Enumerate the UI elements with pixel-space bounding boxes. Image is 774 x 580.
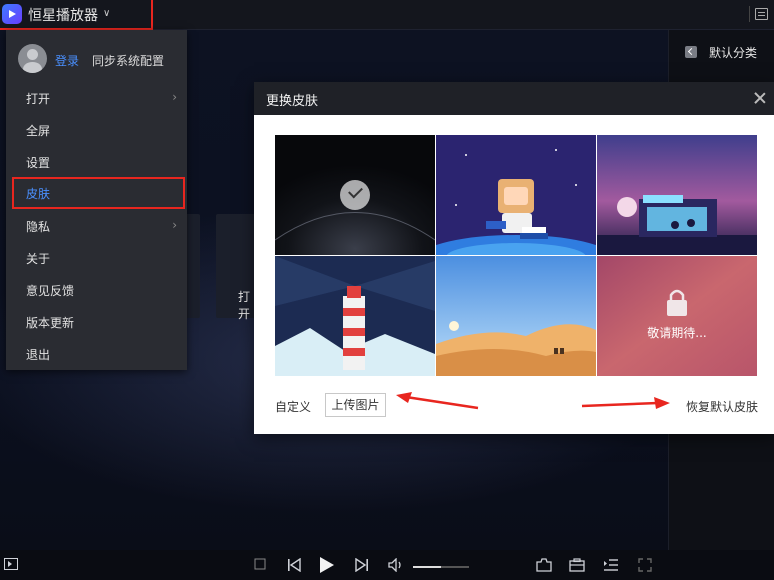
menu-item-4[interactable]: 隐私 › bbox=[6, 210, 187, 242]
coming-soon-label: 敬请期待... bbox=[647, 326, 707, 340]
menu-item-3[interactable]: 皮肤 bbox=[12, 177, 185, 209]
menu-item-label: 皮肤 bbox=[26, 187, 51, 201]
menu-item-2[interactable]: 设置 bbox=[6, 146, 187, 178]
screenshot-icon[interactable] bbox=[536, 558, 552, 576]
custom-label: 自定义 bbox=[275, 400, 312, 414]
playlist-icon[interactable] bbox=[755, 8, 768, 20]
skin-thumb-desert[interactable] bbox=[436, 256, 596, 376]
chevron-down-icon: ∨ bbox=[103, 8, 111, 19]
selected-check-icon bbox=[340, 180, 370, 210]
chevron-right-icon: › bbox=[172, 90, 177, 104]
fullscreen-icon[interactable] bbox=[638, 558, 652, 576]
menu-item-7[interactable]: 版本更新 bbox=[6, 306, 187, 338]
skin-dialog: 更换皮肤 敬请期待... 自定义 上传图片 恢复默认皮肤 bbox=[254, 82, 774, 434]
player-controls bbox=[0, 550, 774, 580]
close-icon[interactable] bbox=[752, 90, 768, 106]
dialog-header: 更换皮肤 bbox=[254, 82, 774, 115]
menu-item-0[interactable]: 打开 › bbox=[6, 82, 187, 114]
restore-default-skin-link[interactable]: 恢复默认皮肤 bbox=[686, 398, 758, 415]
menu-item-label: 打开 bbox=[26, 92, 51, 106]
menu-item-label: 全屏 bbox=[26, 124, 51, 138]
play-icon[interactable] bbox=[319, 556, 335, 578]
app-logo-icon bbox=[2, 4, 22, 24]
sync-config-text[interactable]: 同步系统配置 bbox=[92, 52, 164, 69]
avatar[interactable] bbox=[18, 44, 47, 73]
volume-level bbox=[413, 566, 441, 568]
annotation-arrow-restore bbox=[581, 397, 670, 409]
dialog-title: 更换皮肤 bbox=[266, 94, 319, 109]
menu-item-label: 版本更新 bbox=[26, 316, 75, 330]
skin-thumb-lighthouse[interactable] bbox=[275, 256, 435, 376]
volume-icon[interactable] bbox=[388, 557, 404, 576]
menu-item-label: 退出 bbox=[26, 348, 51, 362]
chevron-right-icon: › bbox=[172, 218, 177, 232]
volume-slider[interactable] bbox=[413, 566, 469, 568]
title-bar: 恒星播放器 ∨ bbox=[0, 0, 774, 30]
menu-item-5[interactable]: 关于 bbox=[6, 242, 187, 274]
next-icon[interactable] bbox=[355, 557, 369, 576]
back-icon[interactable] bbox=[685, 46, 697, 58]
skin-thumb-coming-soon: 敬请期待... bbox=[597, 256, 757, 376]
menu-item-label: 设置 bbox=[26, 156, 51, 170]
skin-thumb-astronaut[interactable] bbox=[436, 135, 596, 255]
skin-thumb-dark[interactable] bbox=[275, 135, 435, 255]
topbar-divider bbox=[749, 6, 750, 22]
login-link[interactable]: 登录 bbox=[55, 52, 79, 69]
bg-card-open[interactable]: 打开 bbox=[216, 214, 256, 321]
menu-item-1[interactable]: 全屏 bbox=[6, 114, 187, 146]
lock-icon bbox=[667, 300, 687, 316]
category-title: 默认分类 bbox=[709, 46, 758, 60]
toolbox-icon[interactable] bbox=[569, 558, 585, 576]
menu-item-6[interactable]: 意见反馈 bbox=[6, 274, 187, 306]
skin-thumb-movie[interactable] bbox=[597, 135, 757, 255]
upload-image-button[interactable]: 上传图片 bbox=[325, 393, 386, 417]
skin-grid: 敬请期待... bbox=[275, 135, 758, 377]
menu-item-8[interactable]: 退出 bbox=[6, 338, 187, 370]
menu-user-row: 登录 同步系统配置 bbox=[6, 30, 187, 82]
app-menu-trigger[interactable]: 恒星播放器 ∨ bbox=[0, 0, 153, 30]
stop-icon[interactable] bbox=[254, 558, 266, 574]
menu-item-label: 隐私 bbox=[26, 220, 51, 234]
mini-mode-icon[interactable] bbox=[4, 558, 18, 574]
app-title: 恒星播放器 bbox=[28, 8, 98, 24]
menu-item-label: 关于 bbox=[26, 252, 51, 266]
menu-item-label: 意见反馈 bbox=[26, 284, 75, 298]
playlist-toggle-icon[interactable] bbox=[603, 558, 619, 576]
previous-icon[interactable] bbox=[287, 557, 301, 576]
main-menu: 登录 同步系统配置 打开 › 全屏设置皮肤隐私 › 关于意见反馈版本更新退出 bbox=[6, 30, 187, 370]
annotation-arrow-upload bbox=[396, 392, 479, 410]
